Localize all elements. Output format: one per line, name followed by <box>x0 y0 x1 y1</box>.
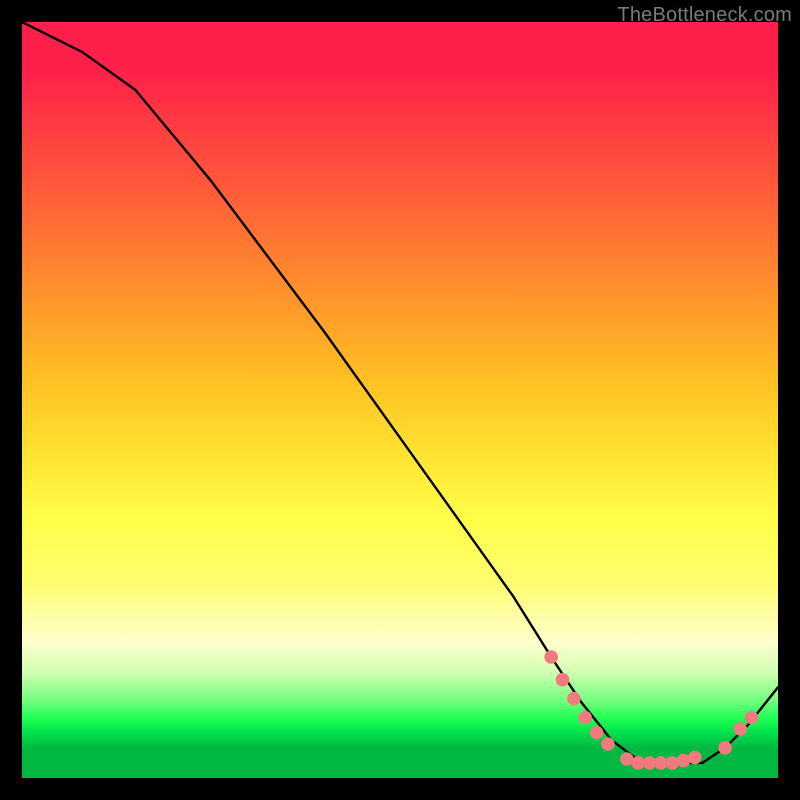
data-marker <box>601 737 615 751</box>
data-marker <box>556 673 570 687</box>
data-marker <box>718 741 732 755</box>
data-marker <box>745 711 759 725</box>
marker-group <box>544 650 758 770</box>
data-marker <box>590 726 604 740</box>
chart-svg <box>22 22 778 778</box>
chart-frame: TheBottleneck.com <box>0 0 800 800</box>
data-marker <box>733 722 747 736</box>
data-marker <box>665 756 679 770</box>
data-marker <box>544 650 558 664</box>
gradient-plot-area <box>22 22 778 778</box>
watermark-text: TheBottleneck.com <box>617 4 792 27</box>
data-marker <box>567 692 581 706</box>
data-marker <box>578 711 592 725</box>
data-marker <box>688 751 702 765</box>
bottleneck-curve <box>22 22 778 763</box>
